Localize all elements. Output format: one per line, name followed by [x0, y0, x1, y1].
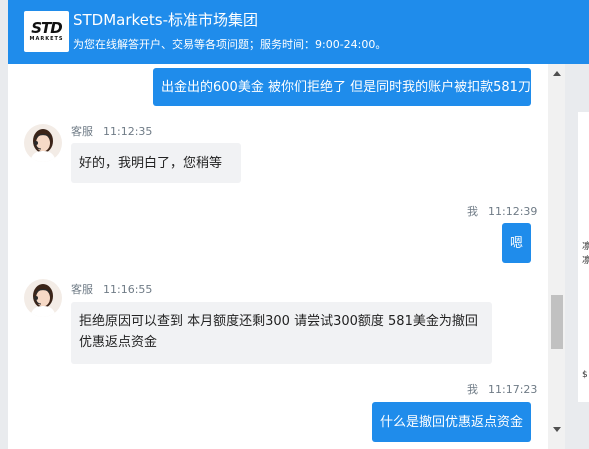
- message-meta: 我 11:12:39: [467, 203, 537, 219]
- message-meta: 客服 11:12:35: [71, 123, 152, 139]
- side-panel: 凛 凛 $: [578, 112, 589, 402]
- message-text: 嗯: [509, 235, 523, 251]
- chat-header: STD MARKETS STDMarkets-标准市场集团 为您在线解答开户、交…: [8, 0, 589, 64]
- incoming-message: 好的，我明白了，您稍等: [71, 143, 241, 183]
- sender-name: 客服: [71, 125, 93, 138]
- message-meta: 我 11:17:23: [467, 381, 537, 397]
- sender-name: 我: [467, 383, 478, 396]
- message-list[interactable]: 出金出的600美金 被你们拒绝了 但是同时我的账户被扣款581刀 客服 11:12…: [8, 64, 565, 449]
- sender-name: 客服: [71, 283, 93, 296]
- header-subtitle: 为您在线解答开户、交易等各项问题；服务时间：9:00-24:00。: [73, 38, 387, 51]
- message-time: 11:12:39: [488, 205, 538, 218]
- outgoing-message: 什么是撤回优惠返点资金: [372, 402, 531, 442]
- side-text: 凛: [582, 242, 589, 252]
- chat-window: STD MARKETS STDMarkets-标准市场集团 为您在线解答开户、交…: [0, 0, 589, 449]
- logo-text: STD: [31, 19, 62, 37]
- side-text: 凛: [582, 256, 589, 266]
- sender-name: 我: [467, 205, 478, 218]
- message-text: 出金出的600美金 被你们拒绝了 但是同时我的账户被扣款581刀: [161, 79, 531, 95]
- message-time: 11:17:23: [488, 383, 538, 396]
- brand-logo: STD MARKETS: [24, 11, 69, 52]
- agent-avatar-icon: [24, 279, 62, 317]
- message-time: 11:16:55: [103, 283, 153, 296]
- message-meta: 客服 11:16:55: [71, 281, 152, 297]
- outgoing-message: 出金出的600美金 被你们拒绝了 但是同时我的账户被扣款581刀: [153, 68, 531, 106]
- side-text: $: [582, 370, 588, 380]
- message-text: 好的，我明白了，您稍等: [79, 155, 223, 171]
- agent-avatar-icon: [24, 124, 62, 162]
- message-text: 什么是撤回优惠返点资金: [380, 414, 524, 430]
- scroll-down-icon[interactable]: [548, 422, 565, 436]
- scroll-up-icon[interactable]: [548, 66, 565, 80]
- header-title: STDMarkets-标准市场集团: [73, 11, 259, 29]
- message-scrollbar[interactable]: [548, 64, 565, 449]
- message-time: 11:12:35: [103, 125, 153, 138]
- scroll-thumb[interactable]: [551, 295, 563, 349]
- outgoing-message: 嗯: [502, 223, 531, 263]
- message-text: 拒绝原因可以查到 本月额度还剩300 请尝试300额度 581美金为撤回优惠返点…: [79, 314, 478, 350]
- incoming-message: 拒绝原因可以查到 本月额度还剩300 请尝试300额度 581美金为撤回优惠返点…: [71, 302, 492, 364]
- logo-subtext: MARKETS: [29, 36, 64, 42]
